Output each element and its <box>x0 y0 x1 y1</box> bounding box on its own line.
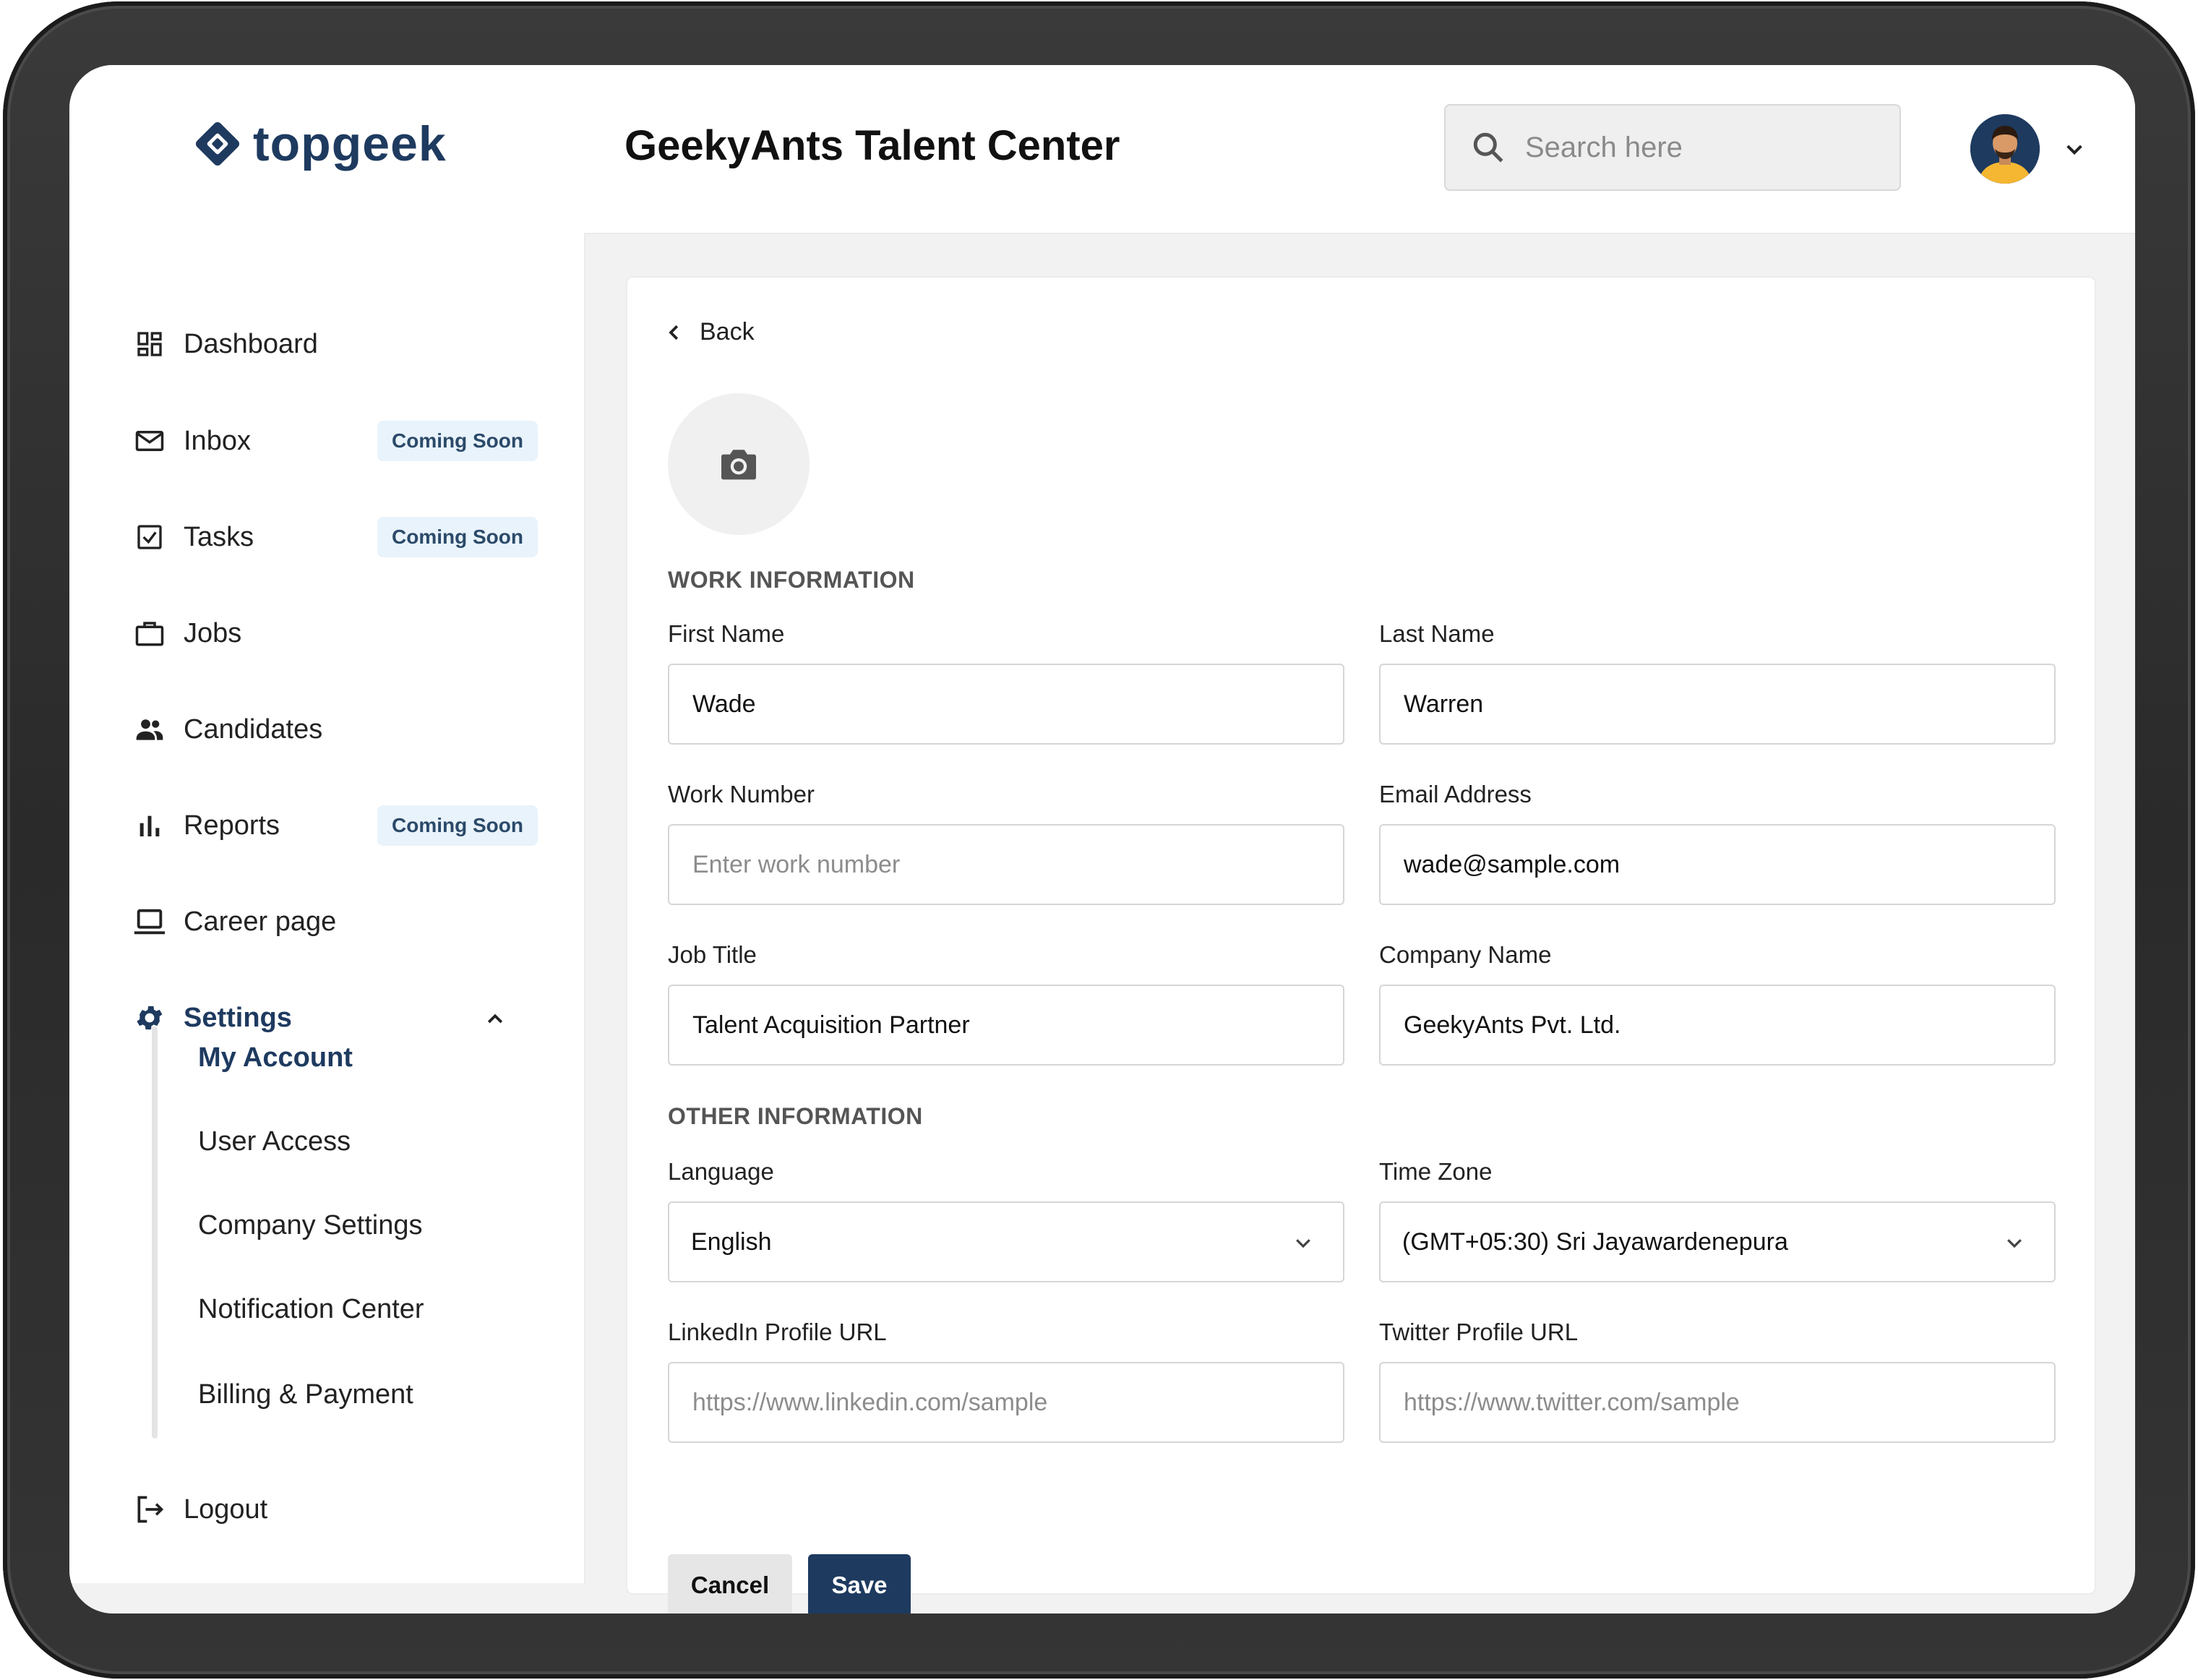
language-select[interactable]: English <box>668 1201 1344 1282</box>
cancel-button[interactable]: Cancel <box>668 1554 792 1613</box>
sidebar-item-logout[interactable]: Logout <box>133 1483 538 1535</box>
linkedin-label: LinkedIn Profile URL <box>668 1319 887 1345</box>
job-title-input[interactable] <box>691 1010 1315 1040</box>
sidebar-item-label: Dashboard <box>184 328 318 359</box>
company-name-label: Company Name <box>1379 941 1552 968</box>
sidebar-item-label: Settings <box>184 1002 292 1033</box>
avatar-portrait-icon <box>1970 114 2040 184</box>
time-zone-label: Time Zone <box>1379 1158 1493 1185</box>
sidebar: topgeek Dashboard Inbox Coming Soon Task… <box>69 65 585 1583</box>
laptop-icon <box>133 905 166 938</box>
page-title: GeekyAnts Talent Center <box>624 122 1120 169</box>
sidebar-item-reports[interactable]: Reports Coming Soon <box>133 800 538 852</box>
bar-chart-icon <box>133 809 166 842</box>
back-link[interactable]: Back <box>664 318 755 346</box>
first-name-input[interactable] <box>691 689 1315 719</box>
subnav-item-company-settings[interactable]: Company Settings <box>198 1210 423 1241</box>
sidebar-item-label: Career page <box>184 906 337 937</box>
briefcase-icon <box>133 617 166 650</box>
sidebar-item-settings[interactable]: Settings <box>133 992 538 1044</box>
back-label: Back <box>700 318 755 346</box>
last-name-input[interactable] <box>1402 689 2027 719</box>
brand-logo[interactable]: topgeek <box>192 116 447 172</box>
settings-subnav-rail <box>152 1027 158 1439</box>
chevron-down-icon <box>2007 1239 2022 1248</box>
other-information-heading: OTHER INFORMATION <box>668 1103 923 1129</box>
linkedin-field[interactable] <box>668 1362 1344 1443</box>
sidebar-item-label: Tasks <box>184 521 254 552</box>
sidebar-item-dashboard[interactable]: Dashboard <box>133 318 538 370</box>
twitter-label: Twitter Profile URL <box>1379 1319 1579 1345</box>
checkbox-icon <box>133 520 166 554</box>
tablet-frame: topgeek Dashboard Inbox Coming Soon Task… <box>3 1 2195 1679</box>
sidebar-item-jobs[interactable]: Jobs <box>133 607 538 659</box>
work-number-input[interactable] <box>691 849 1315 880</box>
sidebar-item-tasks[interactable]: Tasks Coming Soon <box>133 511 538 563</box>
work-number-field[interactable] <box>668 824 1344 905</box>
twitter-field[interactable] <box>1379 1362 2056 1443</box>
time-zone-select[interactable]: (GMT+05:30) Sri Jayawardenepura <box>1379 1201 2056 1282</box>
email-label: Email Address <box>1379 781 1532 807</box>
logout-icon <box>133 1493 166 1526</box>
sidebar-item-career-page[interactable]: Career page <box>133 896 538 948</box>
subnav-item-billing-payment[interactable]: Billing & Payment <box>198 1379 413 1410</box>
job-title-field[interactable] <box>668 985 1344 1066</box>
topgeek-logo-icon <box>195 121 240 166</box>
twitter-input[interactable] <box>1402 1387 2027 1418</box>
language-label: Language <box>668 1158 774 1185</box>
coming-soon-badge: Coming Soon <box>377 517 538 557</box>
sidebar-item-candidates[interactable]: Candidates <box>133 703 538 755</box>
sidebar-item-label: Jobs <box>184 617 242 648</box>
search-input[interactable] <box>1524 130 1873 165</box>
dashboard-icon <box>133 327 166 361</box>
people-icon <box>133 713 166 746</box>
email-input[interactable] <box>1402 849 2027 880</box>
brand-name: topgeek <box>253 116 447 171</box>
work-number-label: Work Number <box>668 781 815 807</box>
search-box[interactable] <box>1444 104 1901 191</box>
sidebar-item-inbox[interactable]: Inbox Coming Soon <box>133 415 538 467</box>
gear-icon <box>133 1001 166 1034</box>
job-title-label: Job Title <box>668 941 757 968</box>
top-header: GeekyAnts Talent Center <box>584 65 2135 234</box>
chevron-down-icon[interactable] <box>2063 137 2086 160</box>
profile-photo-upload[interactable] <box>668 393 810 535</box>
first-name-field[interactable] <box>668 664 1344 745</box>
linkedin-input[interactable] <box>691 1387 1315 1418</box>
save-button[interactable]: Save <box>808 1554 911 1613</box>
work-information-heading: WORK INFORMATION <box>668 567 915 593</box>
sidebar-item-label: Logout <box>184 1493 268 1525</box>
sidebar-item-label: Inbox <box>184 425 251 456</box>
chevron-down-icon <box>1296 1239 1310 1248</box>
subnav-item-user-access[interactable]: User Access <box>198 1126 351 1157</box>
camera-icon <box>721 450 756 480</box>
subnav-item-my-account[interactable]: My Account <box>198 1042 353 1073</box>
search-icon <box>1473 132 1503 163</box>
company-name-field[interactable] <box>1379 985 2056 1066</box>
language-selected-value: English <box>691 1227 772 1256</box>
sidebar-item-label: Candidates <box>184 713 323 745</box>
coming-soon-badge: Coming Soon <box>377 805 538 846</box>
chevron-up-icon[interactable] <box>484 1008 506 1029</box>
subnav-item-notification-center[interactable]: Notification Center <box>198 1294 424 1325</box>
user-avatar[interactable] <box>1970 114 2040 184</box>
mail-icon <box>133 424 166 458</box>
chevron-left-icon <box>669 325 679 340</box>
coming-soon-badge: Coming Soon <box>377 421 538 461</box>
app-screen: topgeek Dashboard Inbox Coming Soon Task… <box>69 65 2135 1613</box>
last-name-label: Last Name <box>1379 620 1495 647</box>
sidebar-item-label: Reports <box>184 810 280 841</box>
time-zone-selected-value: (GMT+05:30) Sri Jayawardenepura <box>1402 1227 1788 1256</box>
email-field[interactable] <box>1379 824 2056 905</box>
company-name-input[interactable] <box>1402 1010 2027 1040</box>
last-name-field[interactable] <box>1379 664 2056 745</box>
first-name-label: First Name <box>668 620 785 647</box>
account-form-card: Back WORK INFORMATION First Name Last Na… <box>626 276 2096 1613</box>
